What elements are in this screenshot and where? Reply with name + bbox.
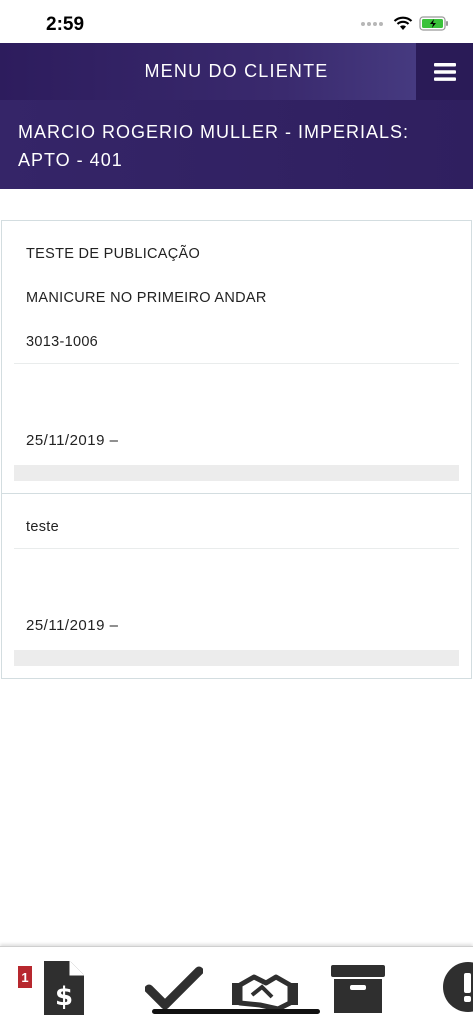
client-name: MARCIO ROGERIO MULLER - IMPERIALS: APTO … [18,122,410,170]
client-banner: MARCIO ROGERIO MULLER - IMPERIALS: APTO … [0,100,473,189]
post-footer-bar [14,650,459,666]
battery-icon [419,16,448,31]
invoice-icon[interactable]: $ [42,959,86,1017]
status-icons [361,16,449,31]
check-icon[interactable] [145,965,203,1011]
post-date: 25/11/2019 – [26,617,119,634]
status-bar: 2:59 [0,0,473,43]
post-line: MANICURE NO PRIMEIRO ANDAR [26,290,267,306]
home-indicator [152,1009,320,1014]
wifi-icon [393,16,413,30]
posts-list: TESTE DE PUBLICAÇÃO MANICURE NO PRIMEIRO… [0,220,473,679]
svg-text:$: $ [55,982,73,1012]
page-title: MENU DO CLIENTE [144,61,329,81]
archive-icon[interactable] [330,963,386,1015]
signal-icon [361,21,383,26]
post-line: teste [26,519,59,535]
alert-icon[interactable] [442,961,473,1013]
post-footer-bar [14,465,459,481]
post-card[interactable]: TESTE DE PUBLICAÇÃO MANICURE NO PRIMEIRO… [1,220,472,493]
post-card[interactable]: teste 25/11/2019 – [1,493,472,679]
post-line: 3013-1006 [26,334,99,350]
hamburger-icon [433,62,456,81]
notification-badge: 1 [18,966,32,988]
post-date: 25/11/2019 – [26,432,119,449]
post-line: TESTE DE PUBLICAÇÃO [26,246,201,262]
menu-button[interactable] [416,43,473,100]
app-header: MENU DO CLIENTE [0,43,473,100]
status-time: 2:59 [46,14,85,35]
